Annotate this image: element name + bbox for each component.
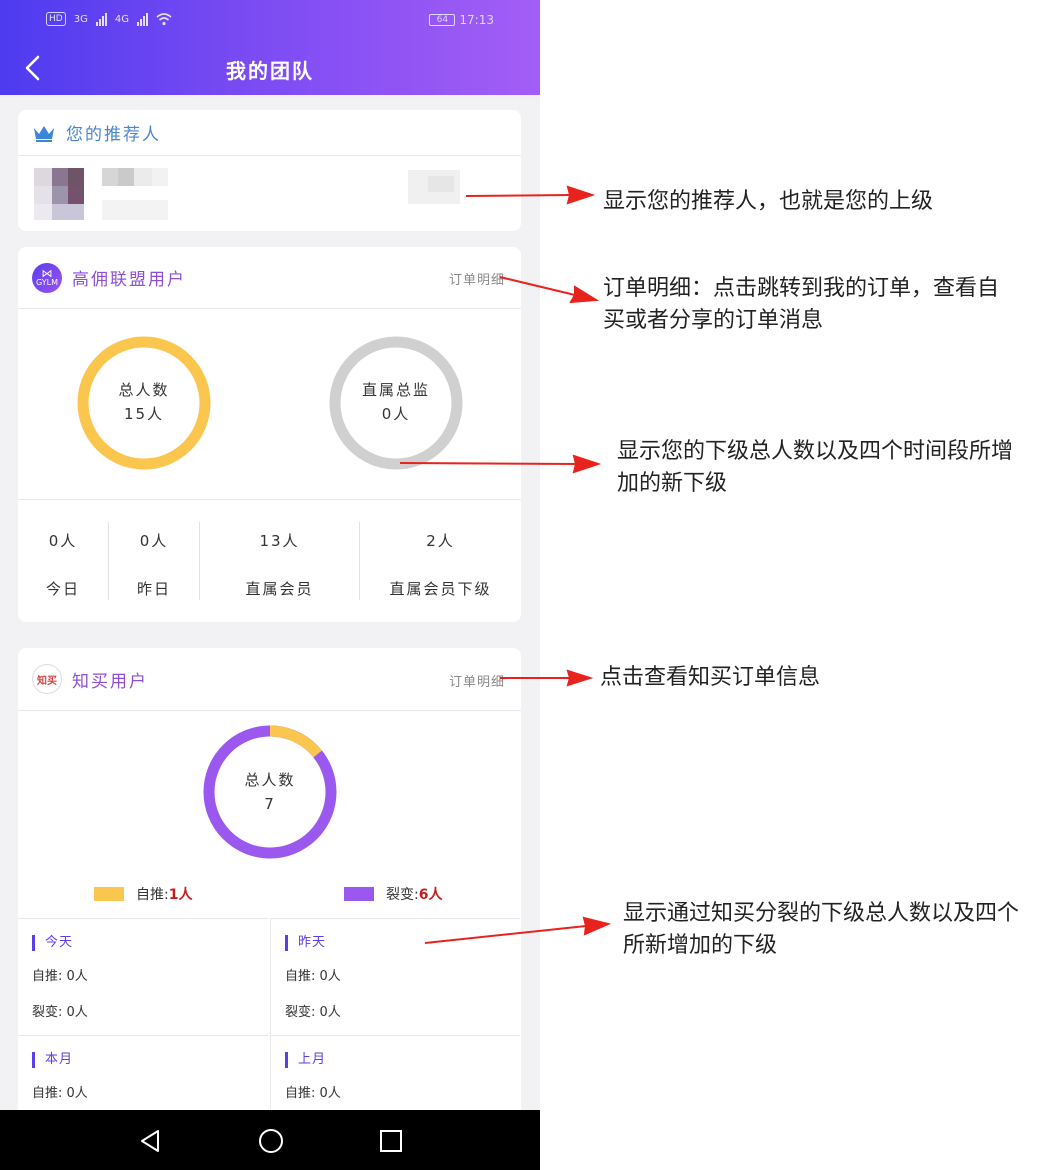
annotation-arrow bbox=[399, 462, 577, 465]
annotation-zhimai-fission-line2: 所新增加的下级 bbox=[623, 933, 778, 958]
annotation-arrowhead bbox=[572, 454, 602, 474]
annotation-zhimai-orders: 点击查看知买订单信息 bbox=[600, 665, 821, 690]
annotation-arrowhead bbox=[566, 669, 594, 687]
annotation-arrow bbox=[465, 194, 571, 197]
annotation-arrowhead bbox=[582, 916, 612, 936]
annotation-arrowhead bbox=[566, 185, 596, 205]
annotation-order-detail: 订单明细：点击跳转到我的订单，查看自 买或者分享的订单消息 bbox=[603, 273, 999, 337]
annotation-order-detail-line2: 买或者分享的订单消息 bbox=[603, 308, 824, 333]
annotation-arrows bbox=[399, 185, 612, 944]
annotation-zhimai-fission-line1: 显示通过知买分裂的下级总人数以及四个 bbox=[623, 901, 1020, 926]
annotation-team-totals-line1: 显示您的下级总人数以及四个时间段所增 bbox=[617, 439, 1014, 464]
annotation-referrer: 显示您的推荐人，也就是您的上级 bbox=[603, 189, 934, 214]
annotation-arrow bbox=[499, 276, 576, 296]
annotation-team-totals-line2: 加的新下级 bbox=[617, 471, 728, 496]
annotation-order-detail-line1: 订单明细：点击跳转到我的订单，查看自 bbox=[603, 276, 1000, 301]
annotation-arrowhead bbox=[569, 285, 600, 304]
annotation-team-totals: 显示您的下级总人数以及四个时间段所增 加的新下级 bbox=[617, 436, 1013, 500]
annotation-zhimai-fission: 显示通过知买分裂的下级总人数以及四个 所新增加的下级 bbox=[623, 898, 1019, 962]
annotation-arrow bbox=[424, 925, 587, 944]
